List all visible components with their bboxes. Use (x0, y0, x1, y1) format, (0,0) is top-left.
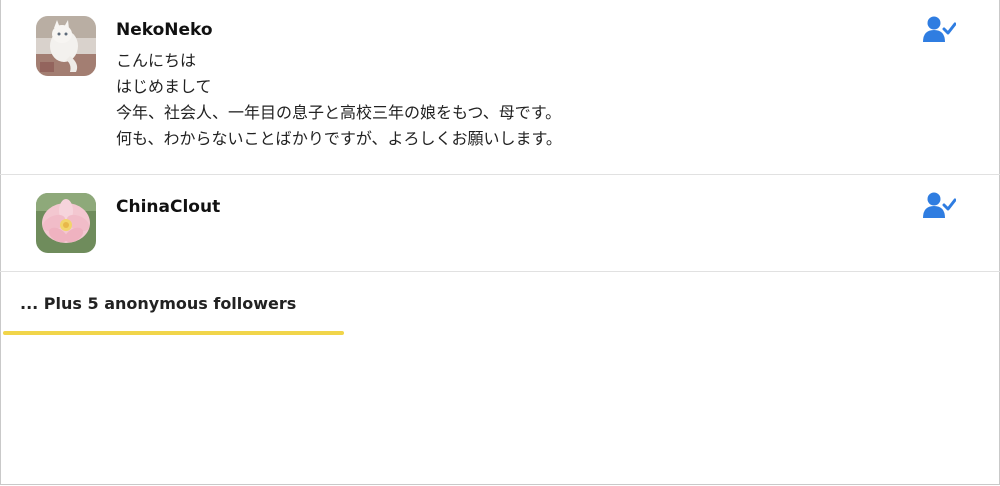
cat-avatar-icon (36, 16, 96, 76)
highlight-underline (3, 331, 344, 335)
follower-name[interactable]: NekoNeko (116, 20, 213, 40)
lotus-avatar-icon (36, 193, 96, 253)
user-check-icon[interactable] (922, 191, 956, 219)
avatar[interactable] (36, 193, 96, 253)
follower-bio: こんにちは はじめまして 今年、社会人、一年目の息子と高校三年の娘をもつ、母です… (116, 51, 562, 148)
follower-row[interactable]: NekoNeko こんにちは はじめまして 今年、社会人、一年目の息子と高校三年… (0, 0, 1000, 175)
follower-row[interactable]: ChinaClout (0, 175, 1000, 272)
anonymous-followers-text: ... Plus 5 anonymous followers (20, 294, 297, 313)
avatar[interactable] (36, 16, 96, 76)
follower-name[interactable]: ChinaClout (116, 197, 220, 217)
user-check-icon[interactable] (922, 15, 956, 43)
